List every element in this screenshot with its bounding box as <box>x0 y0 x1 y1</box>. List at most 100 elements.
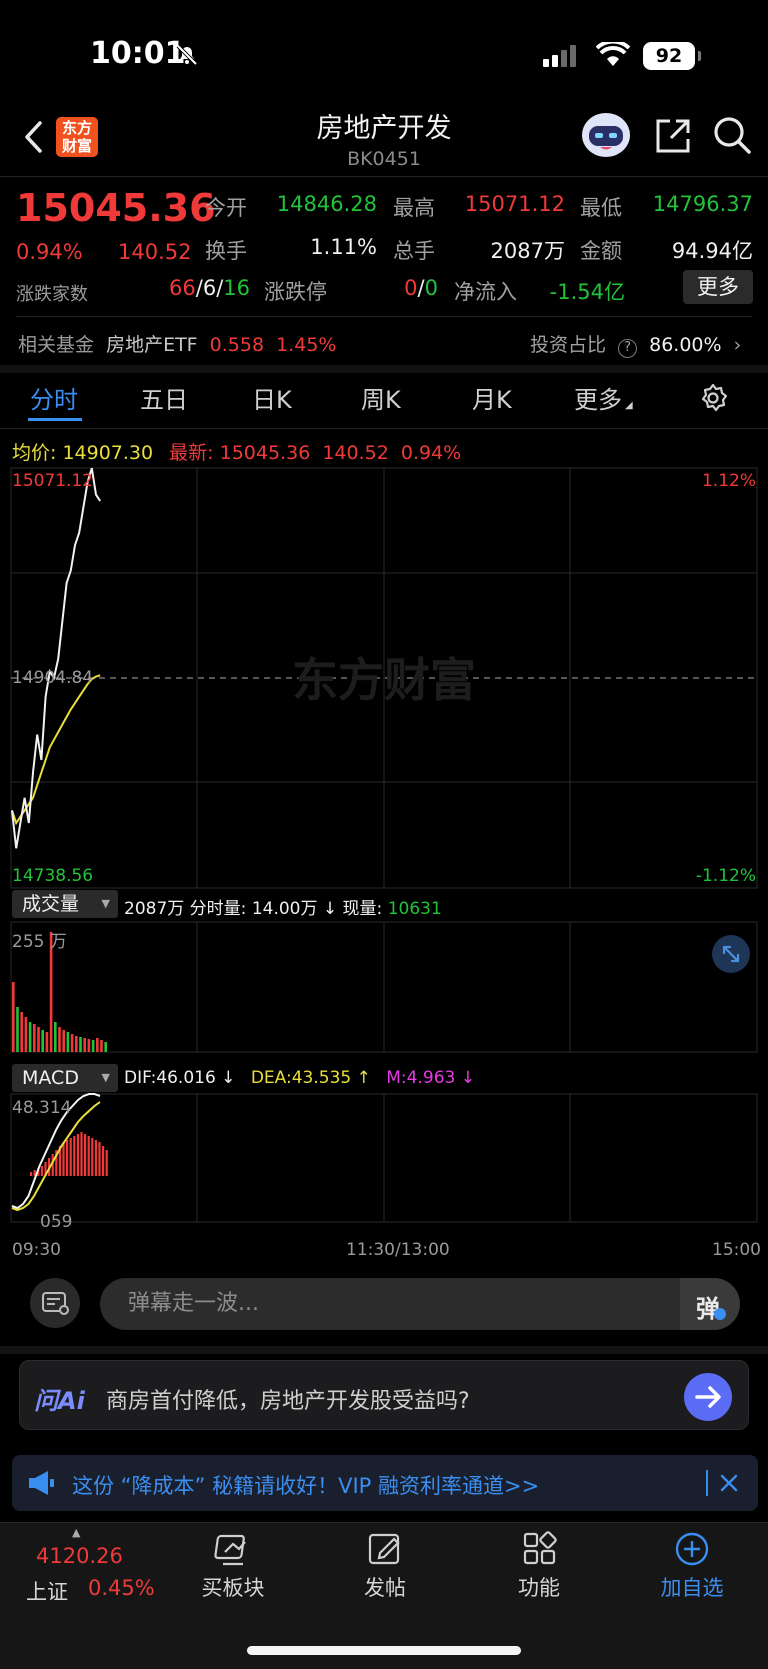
danmu-check-icon <box>714 1308 726 1320</box>
change-percent: 0.94% <box>16 240 83 264</box>
index-pct[interactable]: 0.45% <box>88 1576 155 1600</box>
dropdown-icon: ▼ <box>101 897 110 910</box>
nav-functions[interactable]: 功能 <box>506 1530 572 1602</box>
quote-divider <box>16 316 752 317</box>
open-label: 今开 <box>205 196 247 220</box>
y-axis-top: 15071.12 <box>12 471 94 491</box>
tick-volume-value: 14.00万 <box>251 899 318 919</box>
down-count: 16 <box>223 276 250 300</box>
status-time: 10:01 <box>90 36 186 71</box>
latest-price: 15045.36 <box>219 442 311 464</box>
volume-bar <box>75 1036 78 1052</box>
volume-value: 2087万 <box>490 239 565 263</box>
volume-bar <box>87 1039 91 1052</box>
tab-five-day[interactable]: 五日 <box>140 380 188 415</box>
nav-post[interactable]: 发帖 <box>352 1530 418 1602</box>
limit-label: 涨跌停 <box>264 280 327 304</box>
tab-more[interactable]: 更多 ◢ <box>574 380 633 415</box>
open-value: 14846.28 <box>276 192 377 216</box>
nav-functions-label: 功能 <box>518 1576 560 1600</box>
tab-weekly-k[interactable]: 周K <box>361 380 401 415</box>
volume-bar <box>12 982 15 1052</box>
intraday-chart[interactable]: 东方财富 <box>0 466 768 1266</box>
ai-robot-avatar-icon[interactable] <box>580 111 632 159</box>
limit-up-count: 0 <box>404 276 418 300</box>
volume-bar <box>28 1022 32 1052</box>
price-line <box>11 467 102 849</box>
share-icon[interactable] <box>654 117 692 155</box>
nav-buy-sector[interactable]: 买板块 <box>200 1530 266 1602</box>
section-gap <box>0 365 768 373</box>
macd-stats: DIF:46.016 ↓ DEA:43.535 ↑ M:4.963 ↓ <box>124 1068 475 1088</box>
mute-bell-icon <box>176 44 198 66</box>
home-indicator <box>247 1646 521 1655</box>
fund-pct: 1.45% <box>276 334 337 356</box>
chevron-right-icon: › <box>733 334 742 356</box>
volume-y-max: 255 万 <box>12 932 67 952</box>
promo-text: 这份 “降成本” 秘籍请收好！VIP 融资利率通道>> <box>72 1474 540 1498</box>
volume-grid <box>10 921 758 1053</box>
cell-signal-icon <box>543 45 576 67</box>
danmu-toggle-button[interactable]: 弹 <box>680 1278 740 1330</box>
macd-bar <box>102 1146 105 1176</box>
index-expand-arrow-icon[interactable]: ▲ <box>72 1526 80 1539</box>
tick-volume-label: 分时量: <box>189 899 247 919</box>
expand-chart-button[interactable] <box>712 935 750 973</box>
functions-grid-icon <box>523 1531 557 1565</box>
header-divider <box>0 176 768 177</box>
nav-add-watchlist-label: 加自选 <box>660 1576 724 1600</box>
time-axis-start: 09:30 <box>12 1240 61 1260</box>
page-title: 房地产开发 <box>316 113 452 144</box>
macd-bar <box>69 1138 72 1176</box>
danmu-settings-button[interactable] <box>30 1278 80 1328</box>
index-name[interactable]: 上证 <box>26 1576 68 1606</box>
danmu-input[interactable]: 弹幕走一波... <box>100 1278 740 1330</box>
macd-dif: DIF:46.016 ↓ <box>124 1068 236 1088</box>
turnover-label: 换手 <box>205 239 247 263</box>
ai-send-button[interactable] <box>684 1373 732 1421</box>
y-axis-mid: 14904.84 <box>12 668 94 688</box>
tab-intraday[interactable]: 分时 <box>30 380 78 415</box>
macd-bar <box>84 1134 87 1176</box>
amount-label: 金额 <box>580 239 622 263</box>
megaphone-icon <box>29 1471 54 1495</box>
wifi-icon <box>596 42 630 66</box>
invest-ratio-row[interactable]: 投资占比 ? 86.00% › <box>530 330 741 358</box>
macd-bar <box>87 1136 90 1176</box>
nav-buy-sector-label: 买板块 <box>201 1576 265 1600</box>
help-icon: ? <box>618 339 638 358</box>
macd-bar <box>73 1136 76 1176</box>
macd-bar <box>94 1140 97 1176</box>
fund-row[interactable]: 相关基金 房地产ETF 0.558 1.45% <box>18 330 336 357</box>
tab-monthly-k[interactable]: 月K <box>472 380 512 415</box>
fund-price: 0.558 <box>209 334 265 356</box>
macd-bar <box>91 1138 94 1176</box>
macd-bar <box>80 1132 83 1176</box>
nav-add-watchlist[interactable]: 加自选 <box>656 1530 728 1602</box>
macd-indicator-select[interactable]: MACD ▼ <box>12 1064 118 1092</box>
tab-daily-k[interactable]: 日K <box>252 380 292 415</box>
sector-code: BK0451 <box>347 148 421 170</box>
macd-bar <box>66 1140 69 1176</box>
volume-indicator-select[interactable]: 成交量 ▼ <box>12 890 118 918</box>
avg-price-label: 均价: <box>12 442 57 464</box>
time-axis-end: 15:00 <box>712 1240 761 1260</box>
settings-gear-icon[interactable] <box>698 383 728 413</box>
macd-m: M:4.963 ↓ <box>386 1068 475 1088</box>
macd-histogram <box>30 1132 108 1176</box>
search-icon[interactable] <box>712 115 752 155</box>
active-tab-indicator <box>28 418 82 421</box>
macd-dea: DEA:43.535 ↑ <box>250 1068 371 1088</box>
close-icon[interactable] <box>718 1472 740 1494</box>
index-value[interactable]: 4120.26 <box>36 1544 123 1568</box>
more-button[interactable]: 更多 <box>683 270 753 304</box>
expand-icon <box>722 945 740 963</box>
volume-bar <box>91 1040 95 1052</box>
now-volume-label: 现量: <box>342 899 383 919</box>
volume-bar <box>16 1007 19 1052</box>
volume-bar <box>66 1032 70 1052</box>
limit-counts: 0/0 <box>404 276 438 300</box>
buy-sector-icon <box>214 1534 246 1566</box>
volume-bar <box>70 1034 74 1052</box>
volume-bar <box>45 1032 49 1052</box>
